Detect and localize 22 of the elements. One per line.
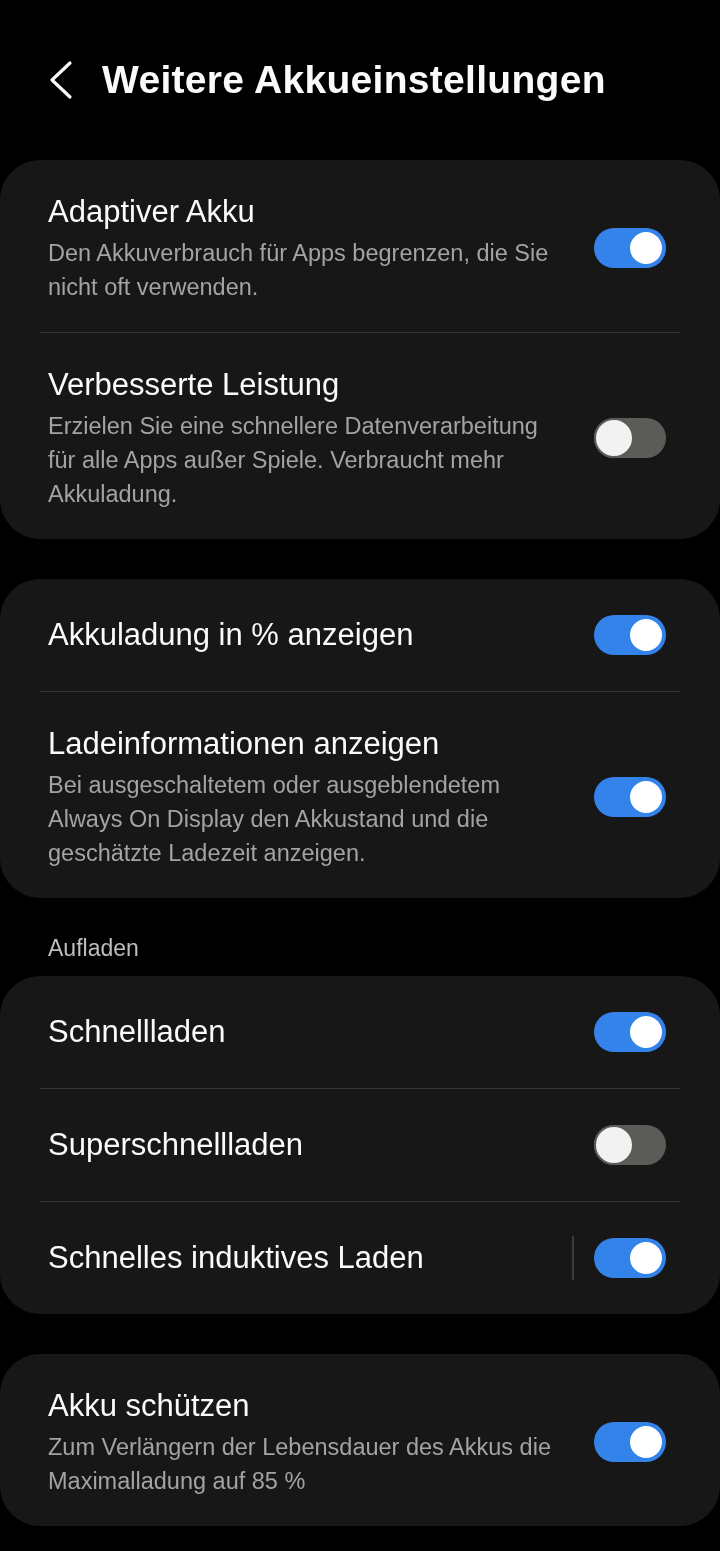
setting-description: Erzielen Sie eine schnellere Datenverarbeitung für alle Apps außer Spiele. Verbraucht mehr Akkuladung.: [48, 412, 539, 509]
toggle-switch[interactable]: [594, 1422, 666, 1462]
toggle-switch[interactable]: [594, 228, 666, 268]
setting-title: Verbesserte Leistung: [48, 366, 341, 404]
toggle-switch[interactable]: [594, 1238, 666, 1278]
toggle-switch[interactable]: [594, 1125, 666, 1165]
setting-title: Akku schützen: [48, 1387, 251, 1425]
setting-title: Akkuladung in % anzeigen: [48, 616, 415, 654]
page-title: Weitere Akkueinstellungen: [102, 58, 606, 102]
setting-description: Bei ausgeschaltetem oder ausgeblendetem Always On Display den Akkustand und die geschätzte Ladezeit anzeigen.: [48, 771, 502, 868]
setting-description: Den Akkuverbrauch für Apps begrenzen, die Sie nicht oft verwenden.: [48, 239, 550, 302]
toggle-switch[interactable]: [594, 1012, 666, 1052]
toggle-switch[interactable]: [594, 777, 666, 817]
setting-title: Adaptiver Akku: [48, 193, 256, 231]
setting-title: Schnellladen: [48, 1013, 227, 1051]
setting-title: Ladeinformationen anzeigen: [48, 725, 441, 763]
setting-title: Superschnellladen: [48, 1126, 305, 1164]
setting-title: Schnelles induktives Laden: [48, 1239, 425, 1277]
section-label: Aufladen: [47, 934, 140, 962]
toggle-switch[interactable]: [594, 615, 666, 655]
toggle-switch[interactable]: [594, 418, 666, 458]
setting-description: Zum Verlängern der Lebensdauer des Akkus die Maximalladung auf 85 %: [48, 1433, 552, 1496]
